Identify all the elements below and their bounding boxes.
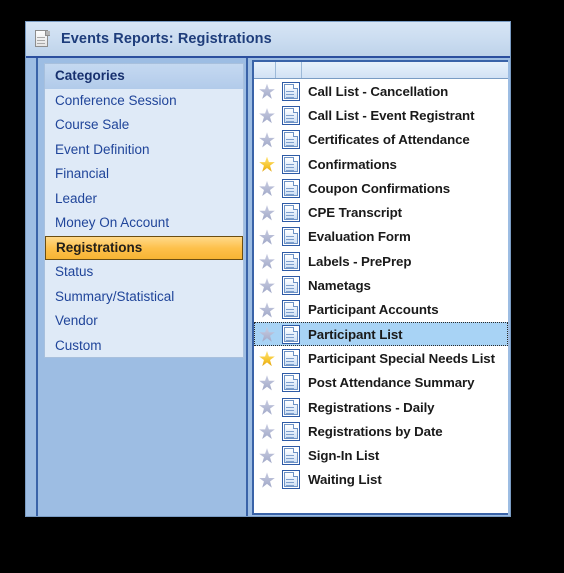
report-name: Sign-In List [308,448,380,464]
document-icon [282,227,300,247]
document-icon [282,397,300,417]
report-name: Certificates of Attendance [308,132,470,148]
report-name: Labels - PrePrep [308,253,412,269]
sidebar-item-financial[interactable]: Financial [45,162,243,187]
document-icon [282,446,300,466]
report-name: Waiting List [308,472,382,488]
star-icon[interactable] [259,374,276,391]
page-icon [35,29,52,49]
sidebar-item-money-on-account[interactable]: Money On Account [45,211,243,236]
star-icon[interactable] [259,326,276,343]
document-icon [282,178,300,198]
document-icon [282,154,300,174]
document-icon [282,300,300,320]
star-icon[interactable] [259,107,276,124]
document-icon [282,81,300,101]
star-icon[interactable] [259,423,276,440]
star-icon[interactable] [259,228,276,245]
reports-listbox[interactable]: Call List - Cancellation Call List - Even… [252,60,508,515]
table-row[interactable]: Certificates of Attendance [254,128,508,152]
sidebar-item-event-definition[interactable]: Event Definition [45,138,243,163]
report-name: Participant Accounts [308,302,439,318]
screenshot-root: Events Reports: Registrations Categories… [0,0,564,573]
table-row[interactable]: Registrations by Date [254,419,508,443]
report-name: Evaluation Form [308,229,411,245]
star-icon[interactable] [259,447,276,464]
column-header-name[interactable] [302,62,508,78]
report-name: Call List - Cancellation [308,83,449,99]
document-icon [282,324,300,344]
star-icon[interactable] [259,277,276,294]
window-title: Events Reports: Registrations [61,31,272,47]
report-name: Confirmations [308,156,397,172]
table-row[interactable]: Participant List [254,321,508,347]
report-name: Coupon Confirmations [308,180,451,196]
table-row[interactable]: CPE Transcript [254,200,508,224]
report-name: Registrations by Date [308,423,443,439]
table-row[interactable]: Coupon Confirmations [254,176,508,200]
sidebar-item-summary-statistical[interactable]: Summary/Statistical [45,285,243,310]
table-row[interactable]: Participant Special Needs List [254,346,508,370]
star-icon[interactable] [259,350,276,367]
sidebar-item-course-sale[interactable]: Course Sale [45,113,243,138]
document-icon [282,373,300,393]
report-name: Participant Special Needs List [308,350,495,366]
star-icon[interactable] [259,204,276,221]
table-row[interactable]: Nametags [254,273,508,297]
table-row[interactable]: Confirmations [254,152,508,176]
table-row[interactable]: Registrations - Daily [254,395,508,419]
categories-panel: Categories Conference Session Course Sale… [36,58,248,516]
reports-column-header[interactable] [254,62,508,79]
column-header-favorite[interactable] [254,62,276,78]
document-icon [282,348,300,368]
table-row[interactable]: Call List - Cancellation [254,79,508,103]
report-name: Nametags [308,278,371,294]
star-icon[interactable] [259,83,276,100]
report-name: Call List - Event Registrant [308,107,475,123]
star-icon[interactable] [259,399,276,416]
document-icon [282,251,300,271]
column-header-icon[interactable] [276,62,302,78]
table-row[interactable]: Labels - PrePrep [254,249,508,273]
document-icon [282,203,300,223]
categories-header: Categories [45,64,243,89]
sidebar-item-registrations[interactable]: Registrations [45,235,243,260]
sidebar-item-vendor[interactable]: Vendor [45,309,243,334]
document-icon [282,470,300,490]
table-row[interactable]: Call List - Event Registrant [254,103,508,127]
categories-listbox[interactable]: Categories Conference Session Course Sale… [44,63,244,358]
document-icon [282,421,300,441]
report-name: Registrations - Daily [308,399,435,415]
report-name: Participant List [308,326,403,342]
window-titlebar: Events Reports: Registrations [26,22,510,58]
star-icon[interactable] [259,471,276,488]
report-name: CPE Transcript [308,205,402,221]
star-icon[interactable] [259,156,276,173]
star-icon[interactable] [259,253,276,270]
report-name: Post Attendance Summary [308,375,475,391]
document-icon [282,130,300,150]
table-row[interactable]: Evaluation Form [254,225,508,249]
document-icon [282,105,300,125]
table-row[interactable]: Waiting List [254,468,508,492]
window-body: Categories Conference Session Course Sale… [26,58,510,516]
star-icon[interactable] [259,301,276,318]
document-icon [282,276,300,296]
sidebar-item-custom[interactable]: Custom [45,334,243,358]
table-row[interactable]: Post Attendance Summary [254,371,508,395]
sidebar-item-leader[interactable]: Leader [45,187,243,212]
table-row[interactable]: Participant Accounts [254,298,508,322]
sidebar-item-conference-session[interactable]: Conference Session [45,89,243,114]
table-row[interactable]: Sign-In List [254,443,508,467]
star-icon[interactable] [259,180,276,197]
reports-panel: Call List - Cancellation Call List - Even… [250,58,510,516]
events-reports-window: Events Reports: Registrations Categories… [26,22,510,516]
star-icon[interactable] [259,131,276,148]
sidebar-item-status[interactable]: Status [45,260,243,285]
